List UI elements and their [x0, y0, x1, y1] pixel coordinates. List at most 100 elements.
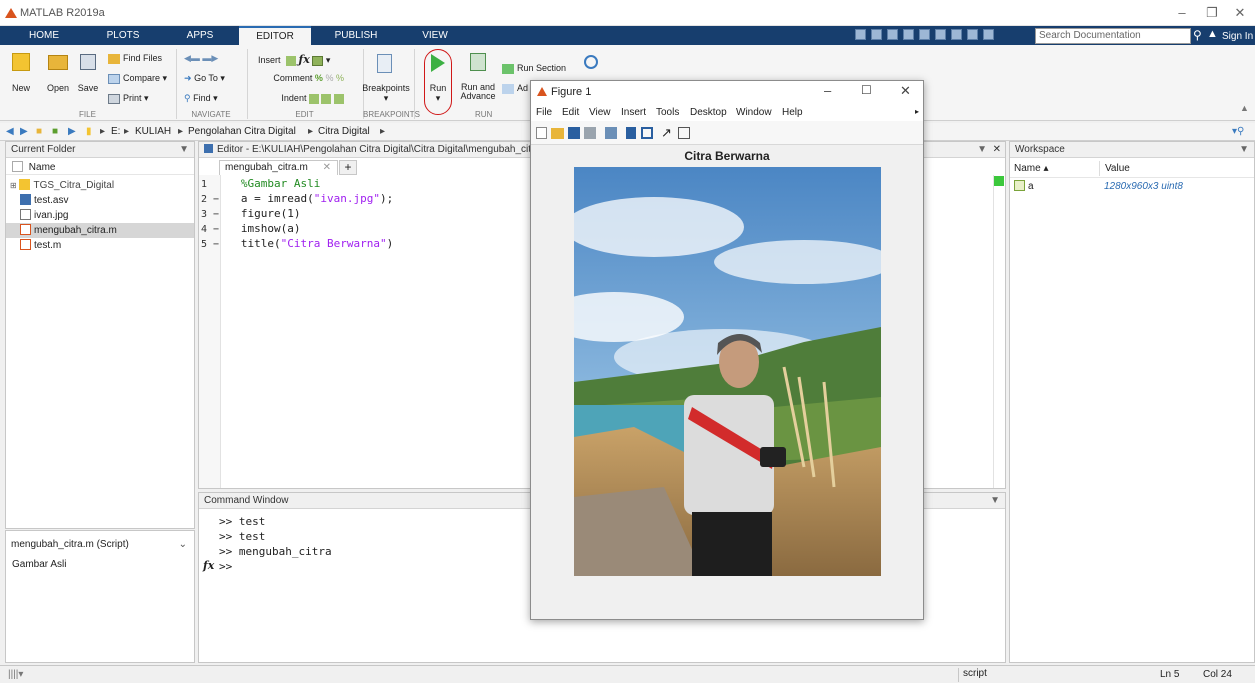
go-icon[interactable]: ▶	[68, 126, 76, 137]
undo-icon[interactable]	[919, 29, 930, 40]
legend-icon[interactable]	[641, 127, 653, 139]
tab-mengubah-citra[interactable]: mengubah_citra.m ✕	[219, 160, 338, 175]
run-button[interactable]: Run ▾	[425, 83, 451, 104]
open-icon[interactable]	[48, 55, 68, 70]
tab-apps[interactable]: APPS	[165, 26, 235, 45]
menu-insert[interactable]: Insert	[621, 107, 646, 118]
comment-button[interactable]: Comment % % %	[244, 73, 344, 83]
open-button[interactable]: Open	[42, 83, 74, 93]
find-button[interactable]: ⚲ Find ▾	[184, 93, 218, 104]
run-and-advance-button[interactable]: Run and Advance	[460, 83, 496, 101]
chevron-down-icon[interactable]: ⌄	[179, 537, 187, 552]
tab-publish[interactable]: PUBLISH	[318, 26, 394, 45]
breakpoints-button[interactable]: Breakpoints ▾	[362, 83, 410, 104]
sign-in-link[interactable]: Sign In	[1222, 31, 1253, 42]
help-icon[interactable]	[967, 29, 978, 40]
menu-edit[interactable]: Edit	[562, 107, 579, 118]
print-figure-icon[interactable]	[584, 127, 596, 139]
menu-file[interactable]: File	[536, 107, 552, 118]
new-button[interactable]: New	[5, 83, 37, 93]
menu-help[interactable]: Help	[782, 107, 803, 118]
indent-button[interactable]: Indent	[244, 93, 344, 104]
go-to-button[interactable]: ➜ Go To ▾	[184, 73, 225, 84]
path-drive[interactable]: E:	[111, 126, 120, 137]
panel-menu-icon[interactable]: ▼	[1239, 142, 1249, 158]
new-icon[interactable]	[12, 53, 30, 71]
redo-icon[interactable]	[935, 29, 946, 40]
code-line[interactable]: 4 − imshow(a)	[199, 221, 300, 236]
list-item[interactable]: ivan.jpg	[6, 208, 68, 223]
fx-icon[interactable]: fx	[203, 559, 214, 572]
path-kuliah[interactable]: KULIAH	[135, 126, 171, 137]
open-file-icon[interactable]	[551, 128, 564, 139]
breakpoints-icon[interactable]	[377, 54, 392, 73]
save-figure-icon[interactable]	[568, 127, 580, 139]
colorbar-icon[interactable]	[626, 127, 636, 139]
list-item[interactable]: ⊞ TGS_Citra_Digital	[6, 178, 114, 193]
path-pengolahan[interactable]: Pengolahan Citra Digital	[188, 126, 296, 137]
code-line[interactable]: 3 − figure(1)	[199, 206, 300, 221]
timer-icon[interactable]	[584, 55, 598, 69]
collapse-ribbon-icon[interactable]: ▲	[1240, 103, 1249, 113]
list-item[interactable]: test.asv	[6, 193, 68, 208]
close-button[interactable]: ✕	[1229, 4, 1251, 22]
name-column-header[interactable]: Name	[6, 160, 194, 175]
save-file-icon[interactable]	[80, 54, 96, 70]
tab-home[interactable]: HOME	[8, 26, 80, 45]
details-selector[interactable]: mengubah_citra.m (Script) ⌄	[11, 537, 191, 552]
up-folder-icon[interactable]: ■	[36, 126, 42, 137]
tab-editor[interactable]: EDITOR	[239, 26, 311, 45]
list-item[interactable]: test.m	[6, 238, 61, 253]
switch-windows-icon[interactable]	[951, 29, 962, 40]
menu-desktop[interactable]: Desktop	[690, 107, 727, 118]
workspace-variable-row[interactable]: a	[1014, 179, 1034, 194]
panel-menu-icon[interactable]: ▼	[990, 493, 1000, 509]
figure-close-button[interactable]: ✕	[900, 83, 911, 99]
panel-menu-icon[interactable]: ▼	[977, 142, 987, 158]
figure-maximize-button[interactable]: ☐	[861, 83, 872, 97]
find-files-button[interactable]: Find Files	[108, 53, 162, 64]
code-line[interactable]: 2 − a = imread("ivan.jpg");	[199, 191, 393, 206]
workspace-value-column[interactable]: Value	[1099, 161, 1130, 176]
menu-overflow-icon[interactable]: ▸	[915, 107, 919, 116]
code-line[interactable]: 1 %Gambar Asli	[199, 176, 320, 191]
copy-icon[interactable]	[887, 29, 898, 40]
back-forward-icon[interactable]: ◀▬ ▬▶	[184, 53, 218, 64]
run-section-button[interactable]: Run Section	[502, 63, 566, 74]
menu-view[interactable]: View	[589, 107, 611, 118]
pointer-icon[interactable]: ↗	[661, 125, 672, 141]
figure-minimize-button[interactable]: –	[824, 83, 831, 98]
command-prompt[interactable]: >>	[219, 560, 232, 573]
forward-icon[interactable]: ▶	[20, 126, 28, 137]
run-advance-icon[interactable]	[470, 53, 486, 71]
close-editor-icon[interactable]: ✕	[993, 142, 1001, 158]
compare-button[interactable]: Compare ▾	[108, 73, 167, 84]
code-line[interactable]: 5 − title("Citra Berwarna")	[199, 236, 393, 251]
workspace-name-column[interactable]: Name ▴	[1014, 161, 1048, 176]
tab-plots[interactable]: PLOTS	[86, 26, 160, 45]
property-editor-icon[interactable]	[678, 127, 690, 139]
close-tab-icon[interactable]: ✕	[323, 161, 331, 175]
new-figure-icon[interactable]	[536, 127, 547, 139]
back-icon[interactable]: ◀	[6, 126, 14, 137]
search-icon[interactable]: ⚲	[1193, 28, 1202, 42]
add-tab-button[interactable]: +	[339, 160, 357, 175]
cut-icon[interactable]	[871, 29, 882, 40]
minimize-button[interactable]: –	[1171, 4, 1193, 22]
search-documentation-input[interactable]: Search Documentation	[1035, 28, 1191, 44]
save-icon[interactable]	[855, 29, 866, 40]
menu-window[interactable]: Window	[736, 107, 772, 118]
panel-menu-icon[interactable]: ▼	[179, 142, 189, 158]
browse-folder-icon[interactable]: ■	[52, 126, 58, 137]
print-button[interactable]: Print ▾	[108, 93, 149, 104]
run-icon[interactable]	[431, 54, 445, 72]
menu-tools[interactable]: Tools	[656, 107, 679, 118]
list-item-selected[interactable]: mengubah_citra.m	[6, 223, 194, 238]
expand-icon[interactable]: ⊞	[10, 181, 17, 190]
notification-icon[interactable]: ▲	[1207, 28, 1218, 40]
tab-view[interactable]: VIEW	[400, 26, 470, 45]
insert-button[interactable]: Insert ƒx ▾	[258, 53, 330, 66]
community-icon[interactable]	[983, 29, 994, 40]
advance-button[interactable]: Ad	[502, 83, 528, 94]
path-citra-digital[interactable]: Citra Digital	[318, 126, 370, 137]
